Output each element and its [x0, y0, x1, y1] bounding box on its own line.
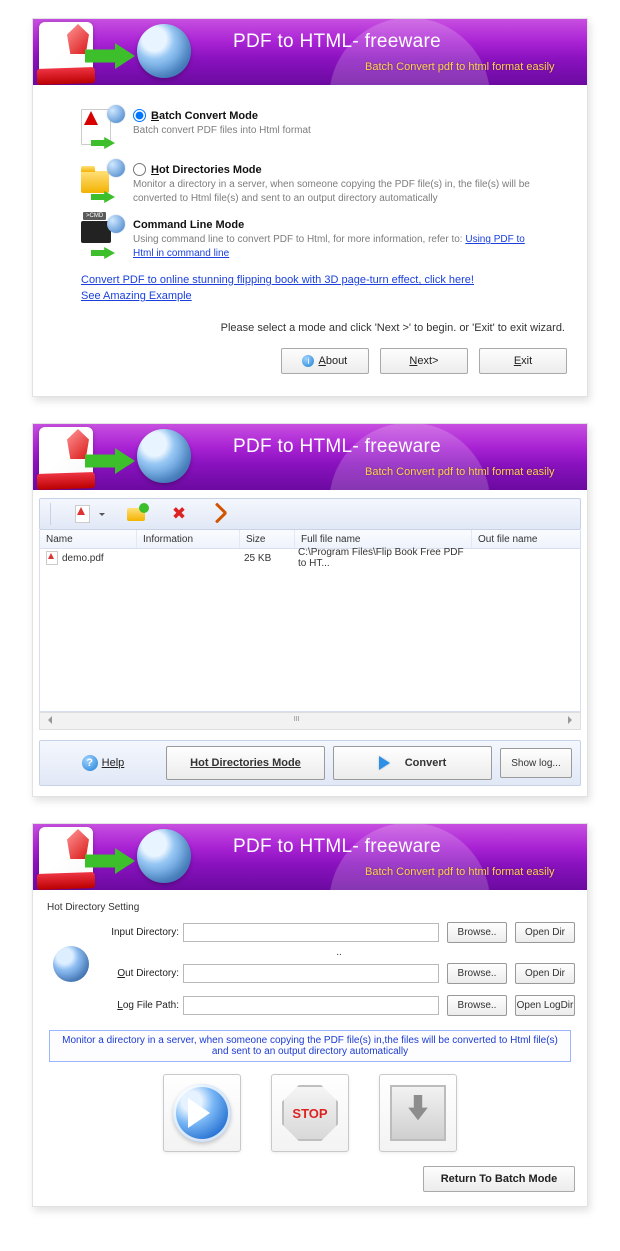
- out-browse-button[interactable]: Browse..: [447, 963, 507, 984]
- header: PDF to HTML- freeware Batch Convert pdf …: [33, 424, 587, 490]
- log-browse-button[interactable]: Browse..: [447, 995, 507, 1016]
- app-title: PDF to HTML- freeware: [233, 836, 441, 858]
- mode-cmd: Command Line Mode Using command line to …: [81, 219, 565, 260]
- dropdown-icon[interactable]: [99, 513, 105, 519]
- app-title: PDF to HTML- freeware: [233, 436, 441, 458]
- mode-hotdir-label[interactable]: Hot Directories Mode: [151, 164, 262, 176]
- globe-icon: [107, 215, 125, 233]
- show-log-button[interactable]: Show log...: [500, 748, 572, 778]
- header: PDF to HTML- freeware Batch Convert pdf …: [33, 19, 587, 85]
- next-button[interactable]: Next>: [380, 348, 468, 374]
- input-opendir-button[interactable]: Open Dir: [515, 922, 575, 943]
- help-icon: ?: [82, 755, 98, 771]
- globe-icon: [137, 829, 191, 883]
- help-link[interactable]: ? Help: [48, 755, 158, 771]
- panel-mode-select: PDF to HTML- freeware Batch Convert pdf …: [32, 18, 588, 397]
- globe-icon: [107, 159, 125, 177]
- cmd-icon: [81, 219, 123, 259]
- panel-batch-convert: PDF to HTML- freeware Batch Convert pdf …: [32, 423, 588, 797]
- mode-batch-radio[interactable]: [133, 109, 146, 122]
- exit-button[interactable]: Exit: [479, 348, 567, 374]
- play-icon: [379, 756, 397, 770]
- add-pdf-button[interactable]: [73, 504, 93, 524]
- input-dir-field[interactable]: [183, 923, 439, 942]
- stop-icon: STOP: [282, 1085, 338, 1141]
- out-dir-label: Out Directory:: [103, 968, 183, 979]
- dots: ..: [103, 947, 575, 958]
- mode-batch-label[interactable]: Batch Convert Mode: [151, 110, 258, 122]
- control-buttons: STOP: [45, 1074, 575, 1152]
- app-subtitle: Batch Convert pdf to html format easily: [365, 866, 555, 878]
- table-row[interactable]: demo.pdf 25 KB C:\Program Files\Flip Boo…: [40, 549, 580, 567]
- globe-folder-icon: [45, 921, 97, 1007]
- grid-body[interactable]: demo.pdf 25 KB C:\Program Files\Flip Boo…: [40, 549, 580, 711]
- col-full[interactable]: Full file name: [295, 530, 472, 548]
- app-logo: [39, 426, 207, 488]
- globe-icon: [137, 429, 191, 483]
- info-icon: i: [302, 355, 314, 367]
- pdf-icon: [46, 551, 58, 565]
- about-button[interactable]: i About: [281, 348, 369, 374]
- app-logo: [39, 21, 207, 83]
- col-size[interactable]: Size: [240, 530, 295, 548]
- app-logo: [39, 826, 207, 888]
- instruction-text: Please select a mode and click 'Next >' …: [33, 318, 587, 348]
- file-grid: Name Information Size Full file name Out…: [39, 530, 581, 712]
- globe-icon: [137, 24, 191, 78]
- start-button[interactable]: [163, 1074, 241, 1152]
- horizontal-scrollbar[interactable]: III: [39, 712, 581, 730]
- log-path-label: Log File Path:: [103, 1000, 183, 1011]
- example-link[interactable]: See Amazing Example: [81, 290, 192, 302]
- mode-cmd-label: Command Line Mode: [133, 219, 244, 231]
- convert-button[interactable]: Convert: [333, 746, 492, 780]
- col-info[interactable]: Information: [137, 530, 240, 548]
- play-icon: [173, 1084, 231, 1142]
- output-button[interactable]: [379, 1074, 457, 1152]
- hotdir-icon: [81, 163, 123, 203]
- promo-links: Convert PDF to online stunning flipping …: [81, 274, 565, 302]
- app-subtitle: Batch Convert pdf to html format easily: [365, 61, 555, 73]
- app-title: PDF to HTML- freeware: [233, 31, 441, 53]
- log-path-field[interactable]: [183, 996, 439, 1015]
- mode-hotdir: Hot Directories Mode Monitor a directory…: [81, 163, 565, 205]
- input-browse-button[interactable]: Browse..: [447, 922, 507, 943]
- col-out[interactable]: Out file name: [472, 530, 580, 548]
- download-icon: [390, 1085, 446, 1141]
- panel-hot-directory: PDF to HTML- freeware Batch Convert pdf …: [32, 823, 588, 1207]
- hot-directories-button[interactable]: Hot Directories Mode: [166, 746, 325, 780]
- add-folder-button[interactable]: [127, 504, 147, 524]
- mode-cmd-desc: Using command line to convert PDF to Htm…: [133, 233, 543, 260]
- header: PDF to HTML- freeware Batch Convert pdf …: [33, 824, 587, 890]
- remove-button[interactable]: ✖: [169, 504, 189, 524]
- stop-button[interactable]: STOP: [271, 1074, 349, 1152]
- button-bar: i About Next> Exit: [33, 348, 587, 396]
- toolbar: ✖: [39, 498, 581, 530]
- mode-hotdir-desc: Monitor a directory in a server, when so…: [133, 178, 543, 205]
- batch-icon: [81, 109, 123, 149]
- mode-batch-desc: Batch convert PDF files into Html format: [133, 124, 323, 138]
- col-name[interactable]: Name: [40, 530, 137, 548]
- arrow-icon: [91, 247, 115, 259]
- fieldset-title: Hot Directory Setting: [47, 902, 575, 913]
- input-dir-label: Input Directory:: [103, 927, 183, 938]
- flipbook-link[interactable]: Convert PDF to online stunning flipping …: [81, 274, 474, 286]
- log-opendir-button[interactable]: Open LogDir: [515, 995, 575, 1016]
- out-dir-field[interactable]: [183, 964, 439, 983]
- mode-hotdir-radio[interactable]: [133, 163, 146, 176]
- mode-list: Batch Convert Mode Batch convert PDF fil…: [33, 85, 587, 318]
- mode-batch: Batch Convert Mode Batch convert PDF fil…: [81, 109, 565, 149]
- globe-icon: [107, 105, 125, 123]
- hotdir-note: Monitor a directory in a server, when so…: [49, 1030, 571, 1062]
- settings-button[interactable]: [211, 504, 231, 524]
- out-opendir-button[interactable]: Open Dir: [515, 963, 575, 984]
- action-bar: ? Help Hot Directories Mode Convert Show…: [39, 740, 581, 786]
- app-subtitle: Batch Convert pdf to html format easily: [365, 466, 555, 478]
